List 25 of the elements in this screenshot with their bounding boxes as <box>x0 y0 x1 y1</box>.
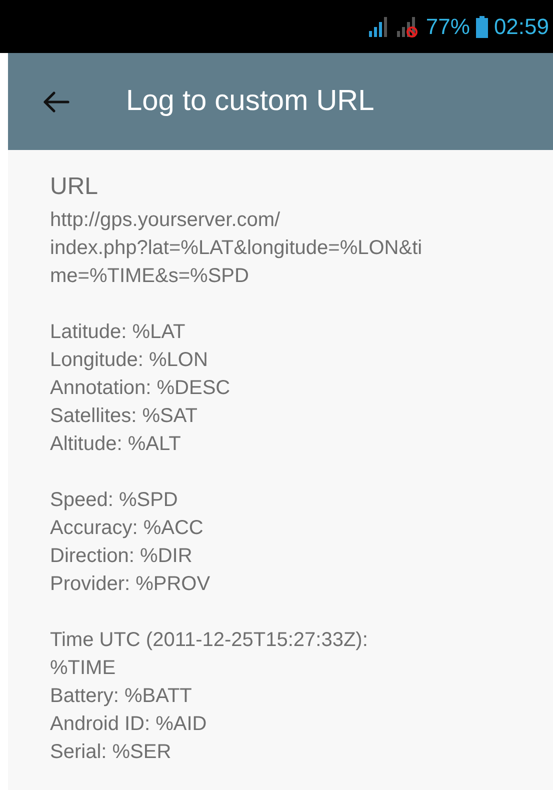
summary-line: me=%TIME&s=%SPD <box>50 264 250 289</box>
no-signal-icon <box>396 16 420 38</box>
summary-line: Battery: %BATT <box>50 684 193 709</box>
summary-line: Provider: %PROV <box>50 572 212 597</box>
summary-line: Time UTC (2011-12-25T15:27:33Z): <box>50 628 369 653</box>
summary-line: Annotation: %DESC <box>50 376 232 401</box>
summary-line: %TIME <box>50 656 117 681</box>
battery-percent: 77% <box>426 14 470 40</box>
back-arrow-icon[interactable] <box>42 90 70 114</box>
summary-line: Latitude: %LAT <box>50 320 186 345</box>
summary-line: Satellites: %SAT <box>50 404 198 429</box>
summary-line: Serial: %SER <box>50 740 172 765</box>
summary-line: index.php?lat=%LAT&longitude=%LON&ti <box>50 236 424 261</box>
summary-line: Altitude: %ALT <box>50 432 182 457</box>
summary-line: Accuracy: %ACC <box>50 516 204 541</box>
summary-line: Speed: %SPD <box>50 488 179 513</box>
battery-icon <box>476 16 488 38</box>
summary-line: Longitude: %LON <box>50 348 209 373</box>
signal-icon <box>368 16 390 38</box>
summary-line: http://gps.yourserver.com/ <box>50 208 282 233</box>
screen-title: Log to custom URL <box>126 85 374 118</box>
section-heading: URL <box>50 172 100 202</box>
summary-line: Direction: %DIR <box>50 544 194 569</box>
clock: 02:59 <box>494 14 549 40</box>
summary-line: Android ID: %AID <box>50 712 208 737</box>
